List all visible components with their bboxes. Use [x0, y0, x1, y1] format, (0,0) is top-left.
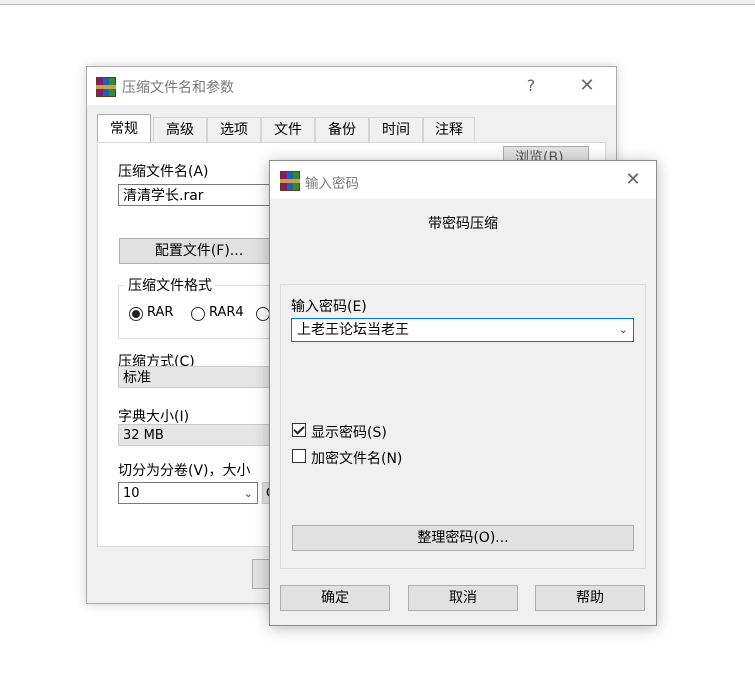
profiles-button[interactable]: 配置文件(F)... [119, 238, 279, 264]
tab-comment[interactable]: 注释 [423, 117, 475, 142]
password-dialog: 输入密码 ✕ 带密码压缩 输入密码(E) 上老王论坛当老王 ⌄ 显示密码(S) … [269, 160, 657, 626]
title-bar: 压缩文件名和参数 ? ✕ [87, 67, 616, 105]
password-dialog-title: 输入密码 [305, 176, 359, 192]
password-value: 上老王论坛当老王 [297, 322, 409, 338]
tab-options[interactable]: 选项 [207, 117, 261, 142]
tab-time[interactable]: 时间 [369, 117, 423, 142]
method-select[interactable]: 标准 [118, 366, 288, 388]
rar-radio-label: RAR [147, 305, 174, 320]
archive-format-label: 压缩文件格式 [125, 275, 215, 295]
help-icon[interactable]: ? [521, 76, 541, 95]
rar-radio[interactable] [129, 307, 143, 321]
chevron-down-icon[interactable]: ⌄ [244, 483, 253, 505]
split-volume-label: 切分为分卷(V)，大小 [118, 463, 251, 479]
tab-general[interactable]: 常规 [97, 114, 151, 142]
rar4-radio-label: RAR4 [209, 305, 244, 320]
winrar-icon [280, 171, 300, 191]
close-icon[interactable]: ✕ [576, 75, 598, 96]
top-border [0, 0, 755, 5]
password-title-bar: 输入密码 ✕ [270, 161, 656, 199]
tab-advanced[interactable]: 高级 [153, 117, 207, 142]
show-password-checkbox[interactable] [292, 423, 306, 437]
zip-radio[interactable] [256, 307, 270, 321]
dict-size-select[interactable]: 32 MB [118, 424, 288, 446]
encrypt-filenames-checkbox[interactable] [292, 449, 306, 463]
dialog-title: 压缩文件名和参数 [122, 80, 234, 96]
password-label: 输入密码(E) [291, 299, 367, 315]
rar4-radio[interactable] [191, 307, 205, 321]
help-button[interactable]: 帮助 [535, 585, 645, 611]
tab-files[interactable]: 文件 [261, 117, 315, 142]
chevron-down-icon[interactable]: ⌄ [619, 319, 628, 341]
cancel-button[interactable]: 取消 [408, 585, 518, 611]
close-icon[interactable]: ✕ [622, 169, 644, 190]
password-input[interactable]: 上老王论坛当老王 ⌄ [291, 318, 634, 342]
split-size-value: 10 [123, 486, 140, 501]
password-header: 带密码压缩 [428, 216, 498, 232]
dict-size-label: 字典大小(I) [118, 409, 190, 425]
encrypt-filenames-label: 加密文件名(N) [311, 451, 403, 467]
split-size-input[interactable]: 10 ⌄ [118, 482, 258, 504]
ok-button[interactable]: 确定 [280, 585, 390, 611]
archive-name-label: 压缩文件名(A) [118, 164, 209, 180]
show-password-label: 显示密码(S) [311, 425, 387, 441]
organize-passwords-button[interactable]: 整理密码(O)... [292, 525, 634, 551]
tab-backup[interactable]: 备份 [315, 117, 369, 142]
winrar-icon [96, 77, 116, 97]
